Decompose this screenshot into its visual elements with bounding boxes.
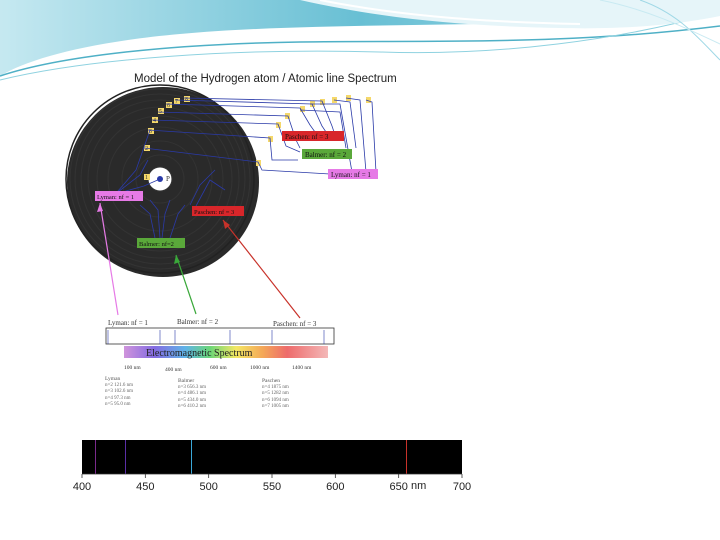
balmer-row: n=6 410.2 nm — [178, 404, 206, 409]
spectrum-balmer-label: Balmer: nf = 2 — [177, 318, 219, 326]
paschen-inner-label: Paschen: nf = 3 — [194, 209, 234, 216]
emission-tick-label: 700 — [452, 481, 472, 493]
paschen-row: n=7 1005 nm — [262, 404, 289, 409]
orbit-label-1: 1 — [145, 175, 148, 181]
emission-tick-label: 600 — [326, 481, 345, 493]
paschen-arrow — [222, 219, 301, 319]
spectral-line — [125, 440, 127, 474]
lyman-inner-label: Lyman: nf = 1 — [97, 194, 134, 201]
orbit-label-2: 2 — [145, 146, 148, 152]
spectral-line — [190, 440, 193, 474]
spectral-line — [94, 440, 96, 474]
balmer-row: n=4 486.1 nm — [178, 391, 206, 396]
lyman-table: Lyman n=2 121.6 nm n=3 102.6 nm n=4 97.3… — [105, 376, 133, 409]
spectrum-paschen-label: Paschen: nf = 3 — [273, 320, 317, 328]
lyman-row: n=3 102.6 nm — [105, 389, 133, 394]
slide: Model of the Hydrogen atom / Atomic line… — [0, 0, 720, 540]
spectrum-box: Lyman: nf = 1 Balmer: nf = 2 Paschen: nf… — [105, 318, 335, 345]
spectral-line — [406, 440, 408, 474]
emission-tick-label: 500 — [199, 481, 218, 493]
em-tick-3: 600 nm — [210, 365, 227, 371]
lyman-row: n=5 95.0 nm — [105, 402, 131, 407]
emission-tick-label: 650 — [389, 481, 408, 493]
emission-tick-label: 400 — [72, 481, 92, 493]
emission-spectrum-strip — [82, 440, 462, 474]
em-tick-1: 100 nm — [124, 365, 141, 371]
spectrum-lyman-label: Lyman: nf = 1 — [108, 319, 148, 327]
em-spectrum-title: Electromagnetic Spectrum — [146, 348, 253, 359]
spectrum-tick-labels: 100 nm 400 nm 600 nm 1000 nm 1400 nm — [124, 365, 312, 373]
em-tick-4: 1000 nm — [250, 365, 270, 371]
balmer-inner-label: Balmer: nf=2 — [139, 241, 174, 248]
emission-unit-label: nm — [411, 480, 427, 492]
paschen-label: Paschen: nf = 3 — [285, 133, 329, 141]
balmer-table: Balmer n=3 656.3 nm n=4 486.1 nm n=5 434… — [178, 378, 206, 411]
orbit-label-4: 4 — [153, 118, 156, 124]
balmer-label: Balmer: nf = 2 — [305, 151, 347, 159]
paschen-row: n=5 1282 nm — [262, 391, 289, 396]
emission-tick-label: 450 — [136, 481, 155, 493]
nucleus-label: P — [166, 175, 170, 183]
em-tick-2: 400 nm — [165, 367, 182, 373]
emission-tick-label: 550 — [262, 481, 282, 493]
lyman-label: Lyman: nf = 1 — [331, 171, 371, 179]
color-band: Electromagnetic Spectrum — [124, 346, 328, 359]
paschen-table: Paschen n=4 1875 nm n=5 1282 nm n=6 1094… — [262, 378, 289, 411]
em-tick-5: 1400 nm — [292, 365, 312, 371]
